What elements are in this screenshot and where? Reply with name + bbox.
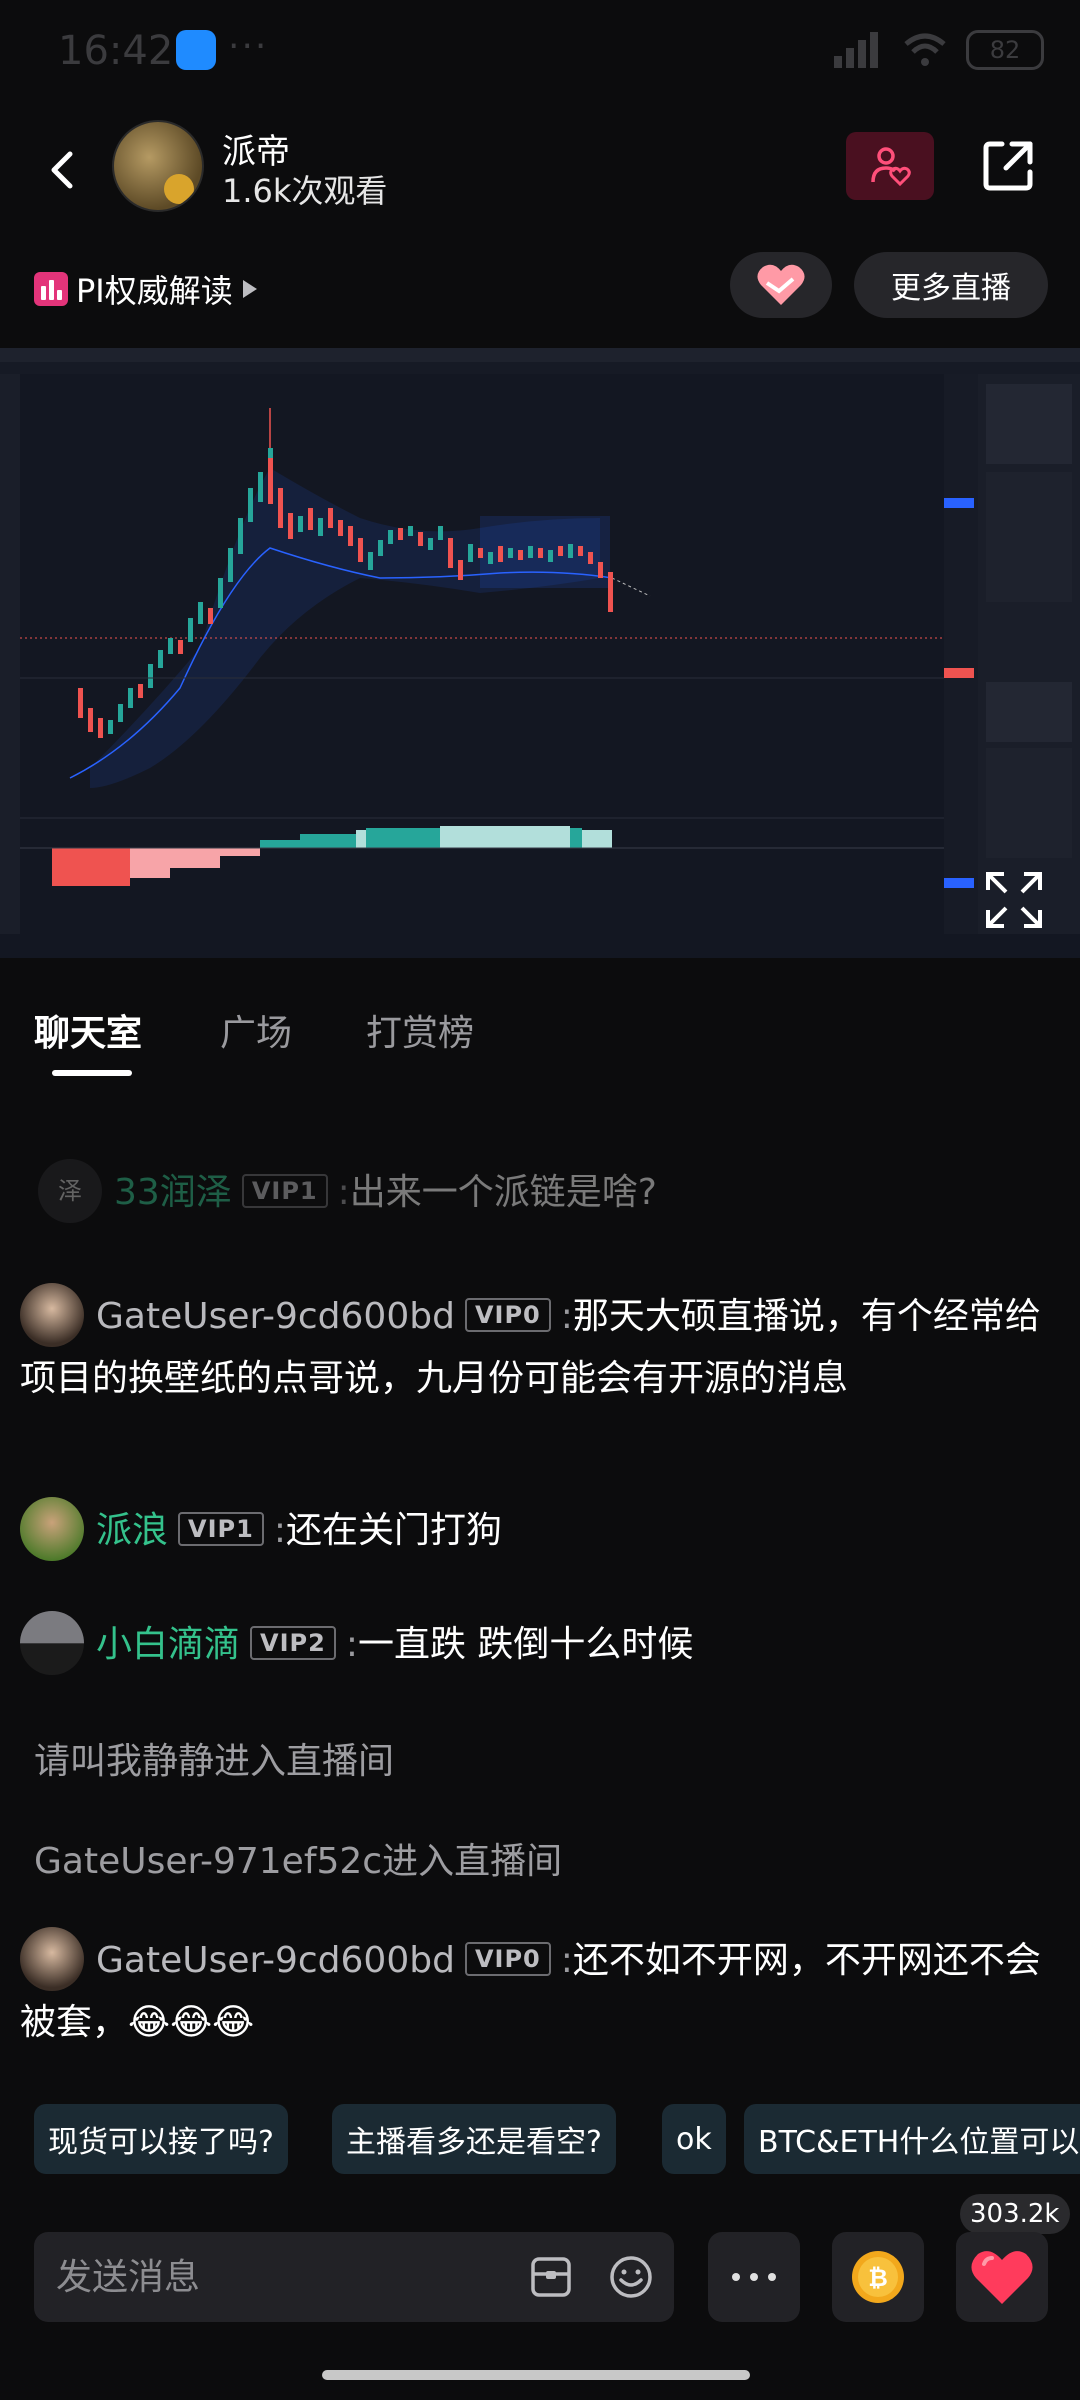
person-heart-icon <box>871 147 911 187</box>
status-time: 16:42 <box>58 28 174 74</box>
chat-message[interactable]: 小白滴滴 VIP2:一直跌 跌倒十么时候 <box>20 1611 1060 1678</box>
topic-row: PI权威解读 更多直播 <box>0 250 1080 330</box>
quick-reply-chip[interactable]: BTC&ETH什么位置可以 <box>744 2104 1080 2174</box>
system-enter-message: 请叫我静静进入直播间 <box>34 1741 395 1782</box>
stream-chart-frame <box>0 348 1080 958</box>
tab-square[interactable]: 广场 <box>220 1004 292 1056</box>
chat-message[interactable]: 派浪 VIP1:还在关门打狗 <box>20 1497 1060 1564</box>
view-count: 1.6k次观看 <box>222 172 388 210</box>
like-button[interactable] <box>956 2232 1048 2322</box>
quick-replies: 现货可以接了吗? 主播看多还是看空? ok BTC&ETH什么位置可以 <box>0 2104 1080 2174</box>
like-count: 303.2k <box>960 2194 1070 2234</box>
composer-bar: ₿ <box>0 2232 1080 2352</box>
message-input[interactable] <box>56 2232 516 2322</box>
live-header: 派帝 1.6k次观看 <box>0 110 1080 240</box>
more-live-button[interactable]: 更多直播 <box>854 252 1048 318</box>
bitcoin-coin-icon: ₿ <box>852 2251 904 2303</box>
quick-reply-chip[interactable]: 现货可以接了吗? <box>34 2104 288 2174</box>
user-avatar[interactable] <box>20 1497 84 1561</box>
heart-icon <box>971 2251 1033 2304</box>
chat-message-text: 还在关门打狗 <box>285 1510 502 1551</box>
topic-tag[interactable]: PI权威解读 <box>34 266 259 312</box>
vip-badge: VIP0 <box>464 1942 551 1976</box>
svg-text:₿: ₿ <box>868 2264 888 2292</box>
home-indicator[interactable] <box>322 2370 750 2380</box>
chat-message[interactable]: 泽 33润泽 VIP1:出来一个派链是啥? <box>30 1159 750 1228</box>
user-avatar[interactable] <box>20 1927 84 1991</box>
topic-bars-icon <box>34 272 68 306</box>
host-avatar[interactable] <box>112 120 204 212</box>
tip-coin-button[interactable]: ₿ <box>832 2232 924 2322</box>
signal-icon <box>834 32 878 68</box>
more-dots-icon <box>732 2273 776 2281</box>
back-arrow-icon[interactable] <box>36 142 92 198</box>
active-tab-indicator <box>52 1070 132 1076</box>
follow-button[interactable] <box>846 132 934 200</box>
status-bar: 16:42 ··· 82 <box>0 0 1080 100</box>
more-options-button[interactable] <box>708 2232 800 2322</box>
chat-message[interactable]: GateUser-9cd600bd VIP0:还不如不开网，不开网还不会被套，😂😂… <box>20 1927 1060 2052</box>
system-enter-message: GateUser-971ef52c进入直播间 <box>34 1841 563 1882</box>
vip-badge: VIP2 <box>250 1626 336 1660</box>
vip-badge: VIP0 <box>464 1298 551 1332</box>
chat-username[interactable]: 派浪 <box>96 1510 168 1551</box>
vip-badge: VIP1 <box>178 1512 264 1546</box>
battery-indicator: 82 <box>966 30 1044 70</box>
tab-tip-ranking[interactable]: 打赏榜 <box>366 1004 474 1056</box>
chat-username[interactable]: GateUser-9cd600bd <box>96 1940 455 1981</box>
card-icon[interactable] <box>528 2254 574 2300</box>
tab-chatroom[interactable]: 聊天室 <box>34 1004 142 1056</box>
emoji-icon[interactable] <box>608 2254 654 2300</box>
play-arrow-icon <box>242 280 257 298</box>
chat-username[interactable]: GateUser-9cd600bd <box>96 1296 455 1337</box>
user-avatar[interactable] <box>20 1611 84 1675</box>
vip-badge: VIP1 <box>241 1174 328 1208</box>
chat-username[interactable]: 小白滴滴 <box>96 1624 240 1665</box>
chat-message-text: 出来一个派链是啥? <box>349 1172 657 1213</box>
app-notification-icon <box>176 30 216 70</box>
heart-hands-button[interactable] <box>730 252 832 318</box>
chat-tabs: 聊天室 广场 打赏榜 <box>0 990 1080 1090</box>
pi-coin-icon <box>164 174 194 204</box>
chat-username[interactable]: 33润泽 <box>114 1172 232 1213</box>
message-input-box[interactable] <box>34 2232 674 2322</box>
user-avatar[interactable]: 泽 <box>38 1159 102 1223</box>
topic-label: PI权威解读 <box>76 272 233 310</box>
user-avatar[interactable] <box>20 1283 84 1347</box>
chat-message-text: 一直跌 跌倒十么时候 <box>357 1624 694 1665</box>
wifi-icon <box>904 33 946 66</box>
quick-reply-chip[interactable]: ok <box>662 2104 726 2174</box>
status-indicators: 82 <box>832 30 1044 70</box>
live-stream-video[interactable] <box>0 348 1080 958</box>
share-icon[interactable] <box>976 134 1040 198</box>
more-notifications-icon: ··· <box>228 26 269 67</box>
fullscreen-icon[interactable] <box>982 868 1046 932</box>
heart-hands-icon <box>757 264 805 305</box>
chat-message[interactable]: GateUser-9cd600bd VIP0:那天大硕直播说，有个经常给项目的换壁… <box>20 1283 1060 1408</box>
quick-reply-chip[interactable]: 主播看多还是看空? <box>332 2104 616 2174</box>
